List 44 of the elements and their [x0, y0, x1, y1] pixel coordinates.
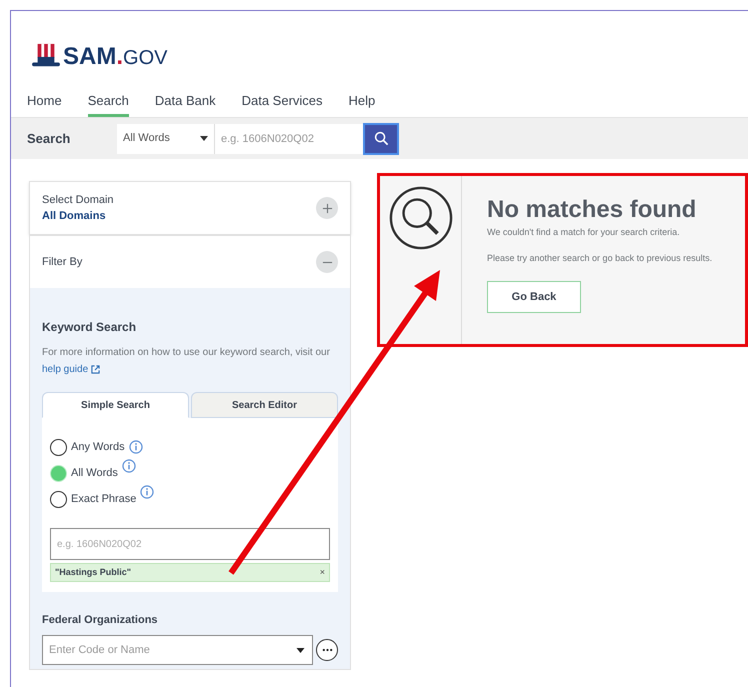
more-options-button[interactable] [316, 638, 338, 660]
search-button[interactable] [363, 122, 399, 154]
no-results-hint: Please try another search or go back to previous results. [487, 252, 712, 265]
external-link-icon [91, 365, 100, 374]
domain-label: Select Domain [42, 192, 114, 208]
radio-label: Exact Phrase [71, 492, 136, 507]
site-logo[interactable]: SAM.GOV [63, 45, 168, 69]
search-label: Search [27, 130, 72, 148]
info-icon[interactable] [122, 459, 136, 473]
search-type-tab[interactable]: Simple Search [42, 392, 189, 418]
caret-icon [200, 136, 208, 141]
radio-button[interactable] [50, 490, 67, 508]
radio-button[interactable] [50, 438, 67, 456]
keyword-title: Keyword Search [42, 319, 138, 336]
search-field[interactable]: e.g. 1606N020Q02 [215, 124, 363, 154]
ellipsis-icon [322, 648, 332, 652]
filter-label: Filter By [42, 254, 82, 270]
radio-label: Any Words [71, 440, 125, 455]
nav-link[interactable]: Home [27, 87, 62, 117]
radio-label: All Words [71, 466, 118, 481]
organization-dropdown[interactable]: Enter Code or Name [42, 634, 313, 664]
info-icon[interactable] [140, 485, 154, 499]
no-results-message: We couldn't find a match for your search criteria. [487, 226, 681, 239]
expand-button[interactable] [316, 197, 338, 219]
tag-label: "Hastings Public" [55, 566, 132, 579]
top-hat-logo-icon [31, 43, 61, 69]
nav-link[interactable]: Data Services [242, 87, 323, 117]
caret-icon [296, 648, 305, 652]
no-results-title: No matches found [487, 198, 698, 222]
plus-icon [322, 202, 332, 214]
search-mode-dropdown[interactable]: All Words [117, 124, 215, 154]
search-icon [388, 186, 452, 250]
keyword-info-text: For more information on how to use our keyword search, visit our help guide [42, 344, 338, 378]
keyword-input-field[interactable]: e.g. 1606N020Q02 [50, 528, 330, 560]
domain-value: All Domains [42, 209, 107, 224]
go-back-button[interactable]: Go Back [487, 281, 581, 313]
nav-link[interactable]: Data Bank [154, 87, 216, 117]
help-guide-link[interactable]: help guide [42, 361, 100, 378]
remove-tag-button[interactable]: × [320, 568, 325, 577]
search-type-tab[interactable]: Search Editor [191, 392, 338, 418]
federal-organizations-title: Federal Organizations [42, 613, 159, 628]
nav-link[interactable]: Help [348, 87, 376, 117]
info-icon[interactable] [128, 440, 143, 454]
search-icon [374, 131, 388, 146]
